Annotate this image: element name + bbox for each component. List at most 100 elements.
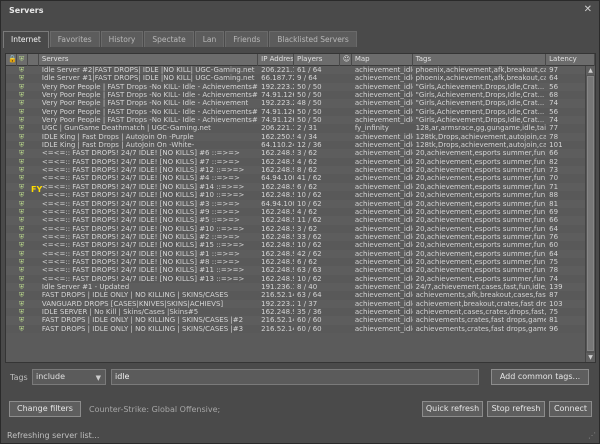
table-row[interactable]: ⛨ Idle Server #1|FAST DROPS| IDLE |NO KIL… — [6, 74, 595, 83]
table-row[interactable]: ⛨ UGC | GunGame Deathmatch | UGC-Gaming.n… — [6, 124, 595, 133]
server-tags: 20,achievement,esports summer,fun,brea..… — [415, 191, 547, 200]
table-row[interactable]: ⛨ <=<=:: FAST DROPS! 24/7 IDLE! [NO KILLS… — [6, 249, 595, 258]
table-row[interactable]: ⛨ <=<=:: FAST DROPS! 24/7 IDLE! [NO KILLS… — [6, 166, 595, 175]
table-row[interactable]: ⛨ <=<=:: FAST DROPS! 24/7 IDLE! [NO KILLS… — [6, 216, 595, 225]
table-row[interactable]: ⛨ VANGUARD DROPS [CASES|KNIVES|SKINS|ACHI… — [6, 299, 595, 308]
server-tags: 20,achievement,esports summer,fun,brea..… — [415, 249, 547, 258]
tags-input[interactable]: idle — [111, 369, 479, 385]
server-players: 41 / 62 — [297, 174, 322, 183]
server-map: achievement_idle... — [354, 166, 413, 175]
table-row[interactable]: ⛨ Very Poor People | FAST Drops -No KILL-… — [6, 91, 595, 100]
spacer-cell — [28, 91, 39, 99]
quick-refresh-button[interactable]: Quick refresh — [422, 401, 483, 417]
server-tags: 20,achievement,esports summer,fun,brea..… — [415, 166, 547, 175]
server-ip: 66.187.72... — [261, 74, 294, 83]
table-row[interactable]: ⛨ IDLE King | Fast Drops | AutoJoin On -P… — [6, 132, 595, 142]
column-selector[interactable] — [28, 54, 39, 66]
shield-icon: ⛨ — [18, 207, 25, 216]
tags-mode-select[interactable]: include ▼ — [32, 369, 106, 385]
tab-spectate[interactable]: Spectate — [144, 31, 194, 47]
tab-lan[interactable]: Lan — [194, 31, 225, 47]
server-ip: 191.236.1... — [261, 282, 294, 291]
table-row[interactable]: ⛨ Very Poor People | FAST Drops -No KILL-… — [6, 82, 595, 92]
column-header: 🔒 ⛨ Servers IP Address Players ☺ Map Tag… — [6, 54, 595, 66]
column-players[interactable]: Players — [294, 54, 340, 66]
spacer-cell — [28, 83, 39, 91]
tab-blacklisted-servers[interactable]: Blacklisted Servers — [269, 31, 357, 47]
server-ip: 162.248.9... — [261, 216, 294, 225]
table-row[interactable]: ⛨ <=<=:: FAST DROPS! 24/7 IDLE! [NO KILLS… — [6, 174, 595, 183]
change-filters-button[interactable]: Change filters — [9, 401, 81, 417]
add-common-tags-button[interactable]: Add common tags... — [491, 369, 589, 385]
server-map: achievement_idle... — [354, 82, 413, 91]
lock-icon[interactable]: 🔒 — [6, 54, 17, 66]
table-row[interactable]: ⛨ <=<=:: FAST DROPS! 24/7 IDLE! [NO KILLS… — [6, 207, 595, 217]
lock-cell — [6, 300, 17, 308]
table-row[interactable]: ⛨ FAST DROPS | IDLE ONLY | NO KILLING | S… — [6, 316, 595, 325]
scroll-thumb[interactable] — [587, 76, 594, 351]
bots-cell — [340, 200, 352, 208]
column-ip[interactable]: IP Address — [258, 54, 295, 66]
stop-refresh-button[interactable]: Stop refresh — [487, 401, 545, 417]
scroll-up-icon[interactable]: ▲ — [586, 66, 595, 75]
tags-input-value: idle — [115, 372, 130, 381]
shield-icon: ⛨ — [18, 299, 25, 308]
resize-grip-icon[interactable]: ⋰ — [588, 431, 596, 440]
table-row[interactable]: ⛨ Idle Server #1 - Updated 191.236.1...8 /… — [6, 282, 595, 292]
lock-cell — [6, 141, 17, 149]
tab-history[interactable]: History — [100, 31, 144, 47]
table-row[interactable]: ⛨ <=<=:: FAST DROPS! 24/7 IDLE! [NO KILLS… — [6, 191, 595, 200]
scrollbar[interactable]: ▲ ▼ — [585, 66, 595, 362]
server-map: achievement_idle... — [354, 149, 413, 158]
bots-cell — [340, 183, 352, 191]
shield-icon[interactable]: ⛨ — [17, 54, 28, 66]
table-row[interactable]: ⛨ IDLE SERVER | No Kill | Skins/Cases |Sk… — [6, 307, 595, 317]
server-rows: ⛨ Idle Server #2|FAST DROPS| IDLE |NO KIL… — [6, 66, 595, 333]
title-bar[interactable]: Servers ✕ — [1, 1, 599, 21]
column-tags[interactable]: Tags — [413, 54, 547, 66]
table-row[interactable]: ⛨ <=<=:: FAST DROPS! 24/7 IDLE! [NO KILLS… — [6, 232, 595, 242]
column-latency[interactable]: Latency — [546, 54, 595, 66]
table-row[interactable]: ⛨ <=<=:: FAST DROPS! 24/7 IDLE! [NO KILLS… — [6, 266, 595, 275]
table-row[interactable]: ⛨ IDLE King | Fast Drops | AutoJoin On -W… — [6, 141, 595, 150]
tab-friends[interactable]: Friends — [225, 31, 269, 47]
table-row[interactable]: ⛨ <=<=:: FAST DROPS! 24/7 IDLE! [NO KILLS… — [6, 182, 595, 192]
table-row[interactable]: ⛨ Very Poor People | FAST Drops -No KILL-… — [6, 116, 595, 125]
server-tags: 20,achievement,esports summer,fun,brea..… — [415, 216, 547, 225]
table-row[interactable]: ⛨ Idle Server #2|FAST DROPS| IDLE |NO KIL… — [6, 66, 595, 75]
close-icon[interactable]: ✕ — [584, 4, 592, 15]
server-tags: phoenix,achievement,afk,breakout,cases,.… — [415, 66, 547, 74]
shield-icon: ⛨ — [18, 316, 25, 325]
tab-internet[interactable]: Internet — [3, 31, 49, 48]
shield-icon: ⛨ — [18, 182, 25, 191]
table-row[interactable]: ⛨ <=<=:: FAST DROPS! 24/7 IDLE! [NO KILLS… — [6, 274, 595, 283]
server-tags: "Girls,Achievement,Drops,Idle,Crat... — [415, 116, 545, 125]
table-row[interactable]: ⛨ <=<=:: FAST DROPS! 24/7 IDLE! [NO KILLS… — [6, 257, 595, 267]
server-tags: 20,achievement,esports summer,fun,brea..… — [415, 224, 547, 233]
scroll-down-icon[interactable]: ▼ — [586, 353, 595, 362]
server-ip: 162.248.9... — [261, 224, 294, 233]
table-row[interactable]: ⛨ Very Poor People | FAST Drops -No KILL-… — [6, 99, 595, 108]
robot-icon[interactable]: ☺ — [340, 54, 352, 66]
tab-favorites[interactable]: Favorites — [49, 31, 100, 47]
column-map[interactable]: Map — [352, 54, 413, 66]
column-servers[interactable]: Servers — [39, 54, 259, 66]
server-map: achievement_idle... — [354, 116, 413, 125]
bots-cell — [340, 166, 352, 174]
table-row[interactable]: ⛨ <=<=:: FAST DROPS! 24/7 IDLE! [NO KILLS… — [6, 149, 595, 158]
table-row[interactable]: ⛨ FAST DROPS | IDLE ONLY | NO KILLING | S… — [6, 324, 595, 333]
spacer-cell — [28, 225, 39, 233]
server-ip: 162.248.9... — [261, 166, 294, 175]
table-row[interactable]: ⛨ FAST DROPS | IDLE ONLY | NO KILLING | S… — [6, 291, 595, 300]
connect-button[interactable]: Connect — [549, 401, 592, 417]
server-map: achievement_idle... — [354, 257, 413, 266]
table-row[interactable]: ⛨ Very Poor People | FAST Drops -No KILL-… — [6, 107, 595, 117]
table-row[interactable]: ⛨ <=<=:: FAST DROPS! 24/7 IDLE! [NO KILLS… — [6, 199, 595, 208]
table-row[interactable]: ⛨ <=<=:: FAST DROPS! 24/7 IDLE! [NO KILLS… — [6, 241, 595, 250]
table-row[interactable]: ⛨ <=<=:: FAST DROPS! 24/7 IDLE! [NO KILLS… — [6, 224, 595, 233]
server-players: 3 / 62 — [297, 224, 318, 233]
table-row[interactable]: ⛨ <=<=:: FAST DROPS! 24/7 IDLE! [NO KILLS… — [6, 157, 595, 167]
shield-icon: ⛨ — [18, 232, 25, 241]
server-list: 🔒 ⛨ Servers IP Address Players ☺ Map Tag… — [5, 53, 596, 363]
server-map: achievement_idle... — [354, 299, 413, 308]
